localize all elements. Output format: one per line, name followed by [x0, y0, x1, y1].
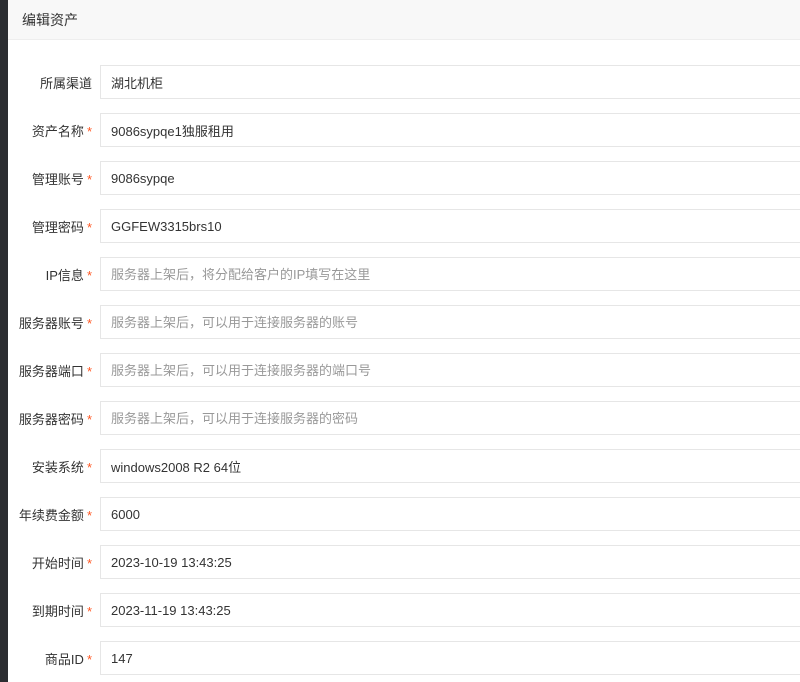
form-row-channel: 所属渠道: [8, 58, 800, 106]
channel-label: 所属渠道: [39, 75, 92, 91]
required-mark: *: [86, 171, 92, 187]
form-row-admin-account: 管理账号 *: [8, 154, 800, 202]
required-mark: *: [86, 315, 92, 331]
required-mark: *: [86, 507, 92, 523]
required-mark: *: [86, 603, 92, 619]
admin-account-label: 管理账号 *: [31, 171, 92, 187]
product-id-label: 商品ID *: [44, 651, 92, 667]
asset-name-input[interactable]: [100, 113, 800, 147]
start-time-input[interactable]: [100, 545, 800, 579]
form-row-server-password: 服务器密码 *: [8, 394, 800, 442]
server-port-input[interactable]: [100, 353, 800, 387]
expire-time-input[interactable]: [100, 593, 800, 627]
form-row-product-id: 商品ID *: [8, 634, 800, 682]
required-mark: *: [86, 363, 92, 379]
renewal-fee-label: 年续费金额 *: [18, 507, 92, 523]
required-mark: *: [86, 411, 92, 427]
required-mark: *: [86, 651, 92, 667]
server-account-label: 服务器账号 *: [18, 315, 92, 331]
renewal-fee-input[interactable]: [100, 497, 800, 531]
form-row-admin-password: 管理密码 *: [8, 202, 800, 250]
form-row-expire-time: 到期时间 *: [8, 586, 800, 634]
form-row-server-account: 服务器账号 *: [8, 298, 800, 346]
required-mark: *: [86, 219, 92, 235]
form-row-os: 安装系统 *: [8, 442, 800, 490]
asset-name-label: 资产名称 *: [31, 123, 92, 139]
ip-info-input[interactable]: [100, 257, 800, 291]
form-row-renewal-fee: 年续费金额 *: [8, 490, 800, 538]
admin-password-label: 管理密码 *: [31, 219, 92, 235]
form-row-start-time: 开始时间 *: [8, 538, 800, 586]
required-mark: *: [86, 123, 92, 139]
panel-title: 编辑资产: [22, 11, 78, 28]
required-mark: *: [86, 459, 92, 475]
required-mark: *: [86, 267, 92, 283]
form-row-ip-info: IP信息 *: [8, 250, 800, 298]
panel-header: 编辑资产: [8, 0, 800, 40]
start-time-label: 开始时间 *: [31, 555, 92, 571]
server-password-label: 服务器密码 *: [18, 411, 92, 427]
form-row-server-port: 服务器端口 *: [8, 346, 800, 394]
product-id-input[interactable]: [100, 641, 800, 675]
required-mark: *: [86, 555, 92, 571]
form-row-asset-name: 资产名称 *: [8, 106, 800, 154]
expire-time-label: 到期时间 *: [31, 603, 92, 619]
os-input[interactable]: [100, 449, 800, 483]
ip-info-label: IP信息 *: [45, 267, 92, 283]
admin-password-input[interactable]: [100, 209, 800, 243]
edit-asset-panel: 编辑资产 所属渠道 资产名称* 管理账号* 管理密码* IP信息* 服务器账号*: [8, 0, 800, 682]
server-account-input[interactable]: [100, 305, 800, 339]
asset-form: 所属渠道 资产名称* 管理账号* 管理密码* IP信息* 服务器账号* 服务器端…: [8, 40, 800, 682]
admin-account-input[interactable]: [100, 161, 800, 195]
channel-input[interactable]: [100, 65, 800, 99]
server-port-label: 服务器端口 *: [18, 363, 92, 379]
server-password-input[interactable]: [100, 401, 800, 435]
os-label: 安装系统 *: [31, 459, 92, 475]
